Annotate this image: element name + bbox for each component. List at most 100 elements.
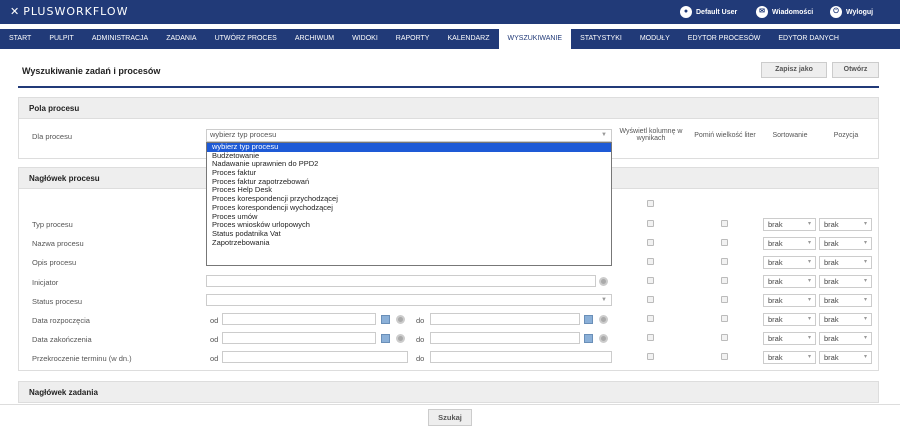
chevron-down-icon: ▼ [601,132,607,138]
show-checkbox[interactable] [647,239,654,246]
position-select[interactable]: brak ▾ [819,275,872,288]
start-date-to-input[interactable] [430,313,580,325]
col-sort-header: Sortowanie [772,132,808,139]
chevron-down-icon: ▾ [863,297,867,303]
position-select[interactable]: brak ▾ [819,313,872,326]
dropdown-option[interactable]: Proces korespondencji wychodzącej [207,203,611,213]
process-status-select[interactable]: ▼ [206,294,612,306]
calendar-icon[interactable] [381,315,390,324]
show-checkbox[interactable] [647,315,654,322]
nav-statystyki[interactable]: STATYSTYKI [571,29,631,49]
from-label: od [210,335,219,344]
nav-raporty[interactable]: RAPORTY [387,29,439,49]
messages-link[interactable]: ✉ Wiadomości [756,6,813,18]
calendar-icon[interactable] [584,334,593,343]
end-date-from-input[interactable] [222,332,376,344]
nav-wyszukiwanie[interactable]: WYSZUKIWANIE [498,29,572,49]
ignore-case-checkbox[interactable] [721,334,728,341]
end-date-to-input[interactable] [430,332,580,344]
nav-edytor-danych[interactable]: EDYTOR DANYCH [769,29,848,49]
ignore-case-checkbox[interactable] [721,239,728,246]
row-label-data-rozpoczecia: Data rozpoczęcia [32,316,90,325]
calendar-icon[interactable] [584,315,593,324]
show-all-checkbox[interactable] [647,200,654,207]
nav-utworz-proces[interactable]: UTWÓRZ PROCES [206,29,286,49]
nav-start[interactable]: START [0,29,40,49]
sort-select[interactable]: brak ▾ [763,332,816,345]
position-select[interactable]: brak ▾ [819,294,872,307]
show-checkbox[interactable] [647,334,654,341]
sort-select[interactable]: brak ▾ [763,256,816,269]
gear-icon[interactable] [396,334,405,343]
show-checkbox[interactable] [647,277,654,284]
chevron-down-icon: ▾ [807,259,811,265]
row-label-data-zakonczenia: Data zakończenia [32,335,92,344]
chevron-down-icon: ▾ [863,221,867,227]
sort-select[interactable]: brak ▾ [763,275,816,288]
row-label-opis-procesu: Opis procesu [32,258,77,267]
ignore-case-checkbox[interactable] [721,353,728,360]
initiator-input[interactable] [206,275,596,287]
sort-select[interactable]: brak ▾ [763,237,816,250]
to-label: do [416,335,425,344]
sort-select[interactable]: brak ▾ [763,313,816,326]
position-select[interactable]: brak ▾ [819,332,872,345]
col-show-header: Wyświetl kolumnę w wynikach [619,128,683,142]
ignore-case-checkbox[interactable] [721,220,728,227]
section-process-fields-header[interactable]: Pola procesu [18,97,879,119]
show-checkbox[interactable] [647,353,654,360]
title-divider [18,86,879,88]
show-checkbox[interactable] [647,258,654,265]
position-select[interactable]: brak ▾ [819,218,872,231]
gear-icon[interactable] [599,277,608,286]
from-label: od [210,316,219,325]
show-checkbox[interactable] [647,220,654,227]
sort-select[interactable]: brak ▾ [763,218,816,231]
overdue-from-input[interactable] [222,351,408,363]
col-case-header: Pomiń wielkość liter [694,132,756,139]
nav-pulpit[interactable]: PULPIT [40,29,83,49]
start-date-from-input[interactable] [222,313,376,325]
nav-archiwum[interactable]: ARCHIWUM [286,29,343,49]
dropdown-option[interactable]: Nadawanie uprawnien do PPD2 [207,160,611,169]
nav-moduly[interactable]: MODUŁY [631,29,679,49]
mail-icon: ✉ [756,6,768,18]
open-button[interactable]: Otwórz [832,62,879,78]
position-select[interactable]: brak ▾ [819,256,872,269]
position-select[interactable]: brak ▾ [819,351,872,364]
dropdown-option[interactable]: Zapotrzebowania [207,238,611,248]
process-type-select[interactable]: wybierz typ procesu ▼ [206,129,612,142]
position-select[interactable]: brak ▾ [819,237,872,250]
chevron-down-icon: ▾ [863,278,867,284]
app-logo[interactable]: ✕ PLUSWORKFLOW [10,5,128,18]
section-task-header-header[interactable]: Nagłówek zadania [18,381,879,403]
user-icon: ● [680,6,692,18]
save-as-button[interactable]: Zapisz jako [761,62,827,78]
chevron-down-icon: ▾ [863,354,867,360]
ignore-case-checkbox[interactable] [721,296,728,303]
ignore-case-checkbox[interactable] [721,315,728,322]
calendar-icon[interactable] [381,334,390,343]
nav-edytor-procesow[interactable]: EDYTOR PROCESÓW [679,29,770,49]
user-menu[interactable]: ● Default User [680,6,737,18]
nav-zadania[interactable]: ZADANIA [157,29,205,49]
nav-widoki[interactable]: WIDOKI [343,29,387,49]
sort-select[interactable]: brak ▾ [763,351,816,364]
ignore-case-checkbox[interactable] [721,258,728,265]
page-title: Wyszukiwanie zadań i procesów [22,66,161,76]
nav-administracja[interactable]: ADMINISTRACJA [83,29,157,49]
search-button[interactable]: Szukaj [428,409,472,426]
chevron-down-icon: ▾ [807,297,811,303]
chevron-down-icon: ▾ [863,316,867,322]
show-checkbox[interactable] [647,296,654,303]
dropdown-option[interactable]: wybierz typ procesu [207,142,611,152]
row-label-przekroczenie-terminu: Przekroczenie terminu (w dn.) [32,354,132,363]
logout-link[interactable]: ⏻ Wyloguj [830,6,873,18]
gear-icon[interactable] [599,334,608,343]
gear-icon[interactable] [396,315,405,324]
nav-kalendarz[interactable]: KALENDARZ [438,29,498,49]
overdue-to-input[interactable] [430,351,612,363]
ignore-case-checkbox[interactable] [721,277,728,284]
sort-select[interactable]: brak ▾ [763,294,816,307]
gear-icon[interactable] [599,315,608,324]
